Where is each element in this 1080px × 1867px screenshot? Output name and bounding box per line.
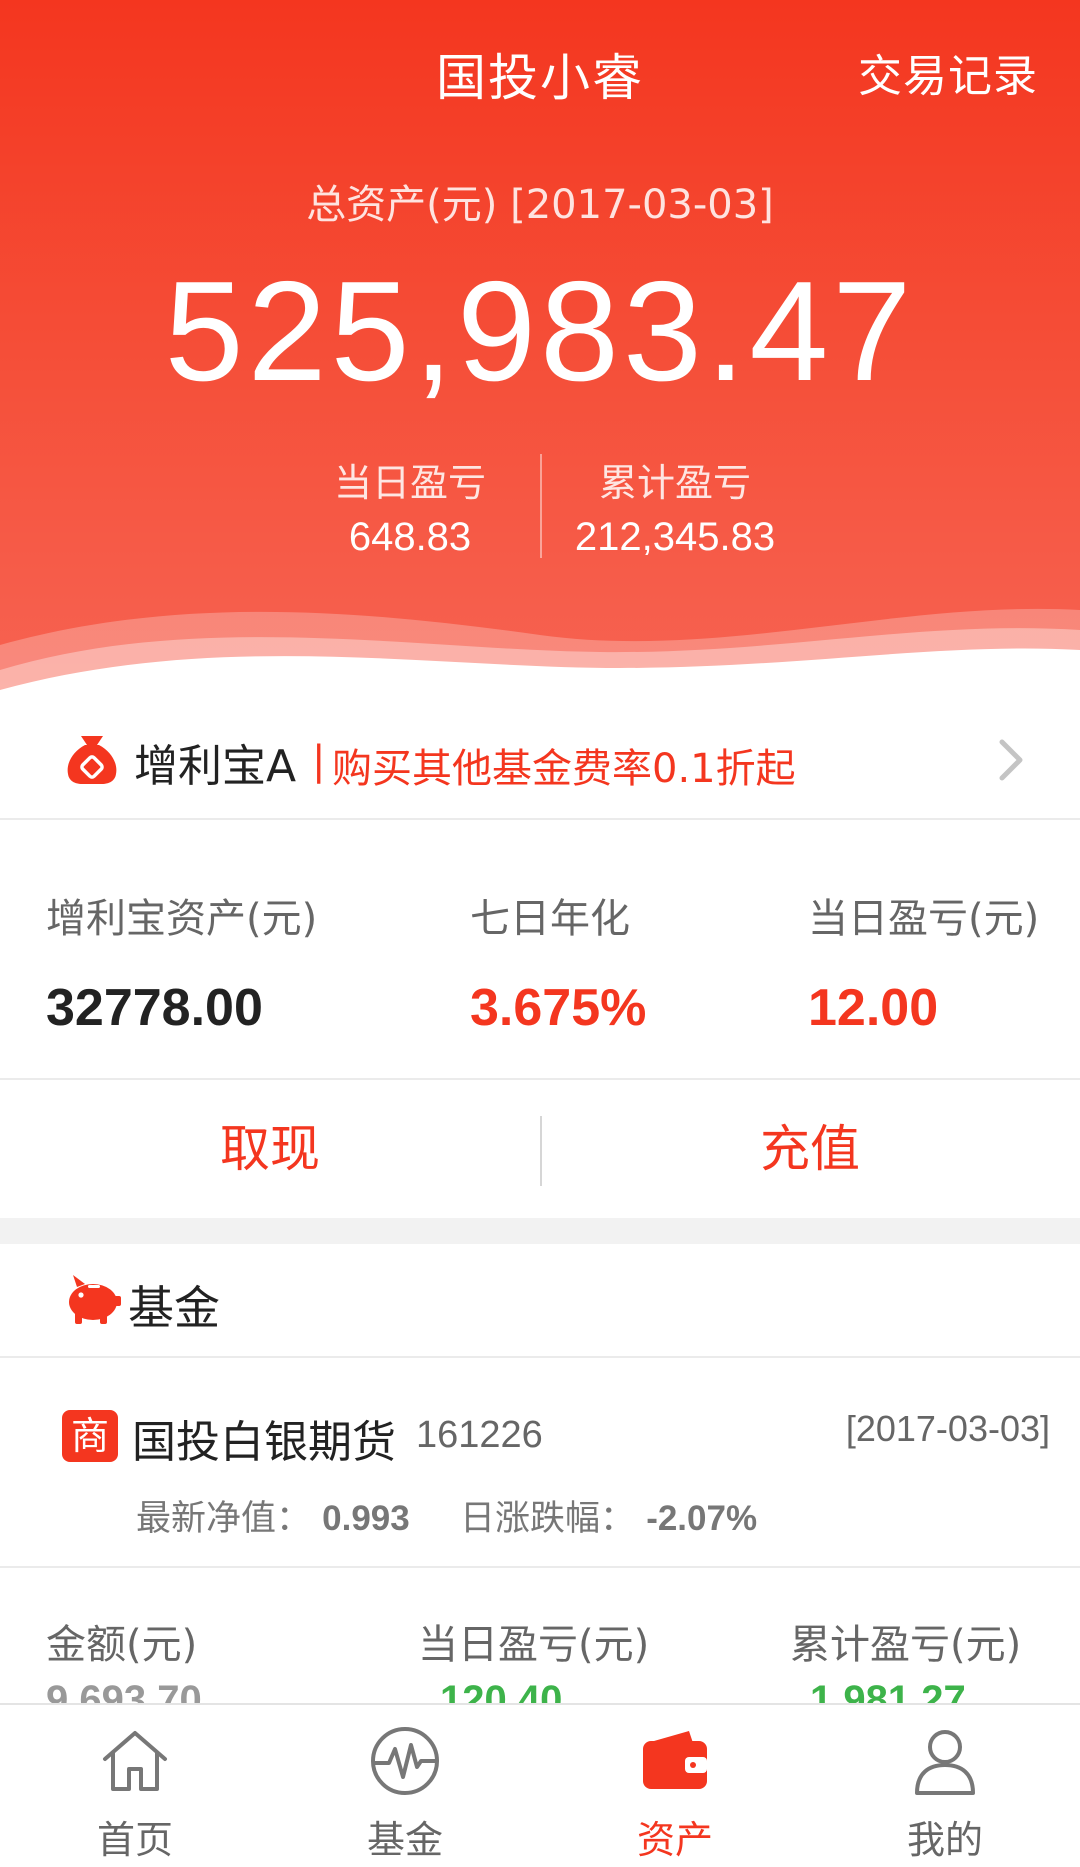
column-header-daily-pl: 当日盈亏(元): [418, 1622, 650, 1668]
fund-section-title: 基金: [128, 1281, 220, 1335]
change-label: 日涨跌幅：: [460, 1499, 636, 1539]
fund-section: 基金 商 国投白银期货 161226 [2017-03-03] 最新净值： 0.…: [0, 1244, 1080, 1722]
profit-loss-summary: 当日盈亏 648.83 累计盈亏 212,345.83: [0, 452, 1080, 559]
stat-value: 12.00: [808, 979, 939, 1037]
recharge-button[interactable]: 充值: [540, 1082, 1080, 1216]
fund-metrics: 最新净值： 0.993 日涨跌幅： -2.07%: [136, 1490, 757, 1541]
cumulative-pl-value: 212,345.83: [574, 515, 776, 559]
piggy-bank-icon: [69, 1275, 121, 1324]
fund-name: 国投白银期货: [132, 1417, 396, 1468]
zenglibao-stats: 增利宝资产(元) 32778.00 七日年化 3.675% 当日盈亏(元) 12…: [0, 820, 1080, 1080]
zenglibao-name: 增利宝A: [134, 741, 297, 792]
withdraw-button[interactable]: 取现: [0, 1082, 540, 1216]
zenglibao-daily-pl: 当日盈亏(元) 12.00: [808, 886, 1039, 1038]
fund-list-item[interactable]: 商 国投白银期货 161226 [2017-03-03] 最新净值： 0.993…: [0, 1358, 1080, 1568]
total-assets-value: 525,983.47: [164, 252, 916, 411]
nav-label: 最新净值：: [136, 1499, 312, 1539]
home-icon: [103, 1731, 167, 1791]
seven-day-yield: 七日年化 3.675%: [470, 886, 646, 1038]
change-value: -2.07%: [646, 1499, 758, 1538]
tab-label: 我的: [906, 1818, 983, 1862]
zenglibao-promo: 购买其他基金费率0.1折起: [332, 746, 796, 792]
nav-value: 0.993: [322, 1499, 410, 1538]
tab-profile[interactable]: 我的: [810, 1705, 1080, 1867]
tab-home[interactable]: 首页: [0, 1705, 270, 1867]
tab-assets[interactable]: 资产: [540, 1705, 810, 1867]
stat-value: 3.675%: [470, 979, 647, 1037]
asset-summary-header: 国投小睿 交易记录 总资产(元) [2017-03-03] 525,983.47…: [0, 0, 1080, 700]
stat-label: 当日盈亏(元): [808, 896, 1040, 942]
cumulative-pl: 累计盈亏 212,345.83: [505, 452, 845, 560]
fund-columns: 金额(元) 当日盈亏(元) 累计盈亏(元) 9,693.70 120.40 1,…: [0, 1568, 1080, 1722]
column-header-cumulative-pl: 累计盈亏(元): [790, 1622, 1022, 1668]
column-header-amount: 金额(元): [46, 1622, 198, 1668]
wave-decoration: [0, 608, 1080, 700]
zenglibao-card: 增利宝A | 购买其他基金费率0.1折起 增利宝资产(元) 32778.00 七…: [0, 690, 1080, 1218]
total-assets-label: 总资产(元) [2017-03-03]: [306, 182, 774, 228]
bottom-nav: 首页 基金 资产 我的: [0, 1703, 1080, 1867]
fund-type-badge: 商: [62, 1410, 118, 1462]
fund-section-header: 基金: [0, 1244, 1080, 1358]
tab-label: 基金: [366, 1818, 443, 1862]
pulse-icon: [371, 1727, 439, 1795]
zenglibao-header[interactable]: 增利宝A | 购买其他基金费率0.1折起: [0, 690, 1080, 820]
zenglibao-assets: 增利宝资产(元) 32778.00: [46, 886, 317, 1038]
zenglibao-actions: 取现 充值: [0, 1082, 1080, 1216]
chevron-right-icon: [999, 739, 1023, 781]
tab-funds[interactable]: 基金: [270, 1705, 540, 1867]
money-bag-icon: [67, 736, 117, 784]
stat-label: 七日年化: [470, 896, 630, 942]
fund-code: 161226: [416, 1414, 543, 1456]
fund-date: [2017-03-03]: [845, 1408, 1050, 1449]
tab-label: 资产: [636, 1818, 713, 1862]
stat-label: 增利宝资产(元): [46, 896, 318, 942]
wallet-icon: [643, 1731, 707, 1789]
user-icon: [915, 1730, 975, 1795]
separator: |: [312, 738, 326, 784]
cumulative-pl-label: 累计盈亏: [598, 461, 751, 505]
stat-value: 32778.00: [46, 979, 263, 1037]
app-screen: 国投小睿 交易记录 总资产(元) [2017-03-03] 525,983.47…: [0, 0, 1080, 1867]
transactions-link[interactable]: 交易记录: [858, 40, 1038, 104]
tab-label: 首页: [96, 1818, 173, 1862]
